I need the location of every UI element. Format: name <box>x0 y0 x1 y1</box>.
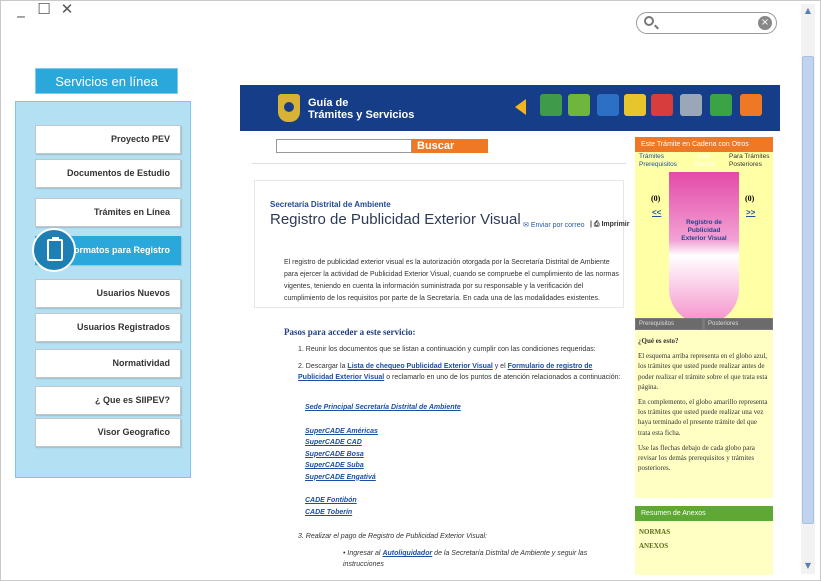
annex-body: NORMAS ANEXOS <box>635 521 773 575</box>
posteriors-select[interactable]: Posteriores <box>705 319 772 329</box>
prev-link[interactable]: << <box>652 208 661 217</box>
embedded-page: Guía de Trámites y Servicios Buscar Secr… <box>240 85 780 575</box>
search-input[interactable] <box>659 15 759 31</box>
annex-normas[interactable]: NORMAS <box>639 525 769 539</box>
chain-selects: Prerequisitos Posteriores <box>635 318 773 330</box>
minimize-icon[interactable]: _ <box>14 0 28 18</box>
prerequisites-select[interactable]: Prerequisitos <box>636 319 702 329</box>
sidebar-item-usuarios-registrados[interactable]: Usuarios Registrados <box>35 313 181 342</box>
step-1: 1. Reunir los documentos que se listan a… <box>298 346 596 353</box>
back-arrow-icon[interactable] <box>515 99 526 115</box>
sidebar-item-documentos-estudio[interactable]: Documentos de Estudio <box>35 159 181 188</box>
scrollbar-thumb[interactable] <box>802 56 814 524</box>
masks-icon[interactable] <box>624 94 646 116</box>
scroll-up-icon[interactable]: ▲ <box>801 4 815 18</box>
prerequisites-label: Trámites Prerequisitos <box>639 153 677 168</box>
step-3-bullet: • Ingresar al Autoliquidador de la Secre… <box>343 550 588 568</box>
posteriors-select-label: Posteriores <box>708 321 739 327</box>
send-email-link[interactable]: ✉ Enviar por correo <box>523 221 585 229</box>
tramites-search-input[interactable] <box>276 139 412 153</box>
print-link[interactable]: | ⎙ Imprimir <box>590 221 629 229</box>
service-points-list: Sede Principal Secretaría Distrital de A… <box>305 402 461 518</box>
service-point-link[interactable]: CADE Fontibón <box>305 495 461 507</box>
steps-title: Pasos para acceder a este servicio: <box>284 327 416 337</box>
group-icon[interactable] <box>568 94 590 116</box>
posteriors-count: (0) <box>745 194 755 203</box>
autoliquidador-link[interactable]: Autoliquidador <box>382 550 432 557</box>
brand-line-1: Guía de <box>308 97 349 109</box>
document-icon <box>32 228 76 272</box>
window-controls: _ ☐ ✕ <box>14 0 74 18</box>
coat-of-arms-logo <box>278 94 300 122</box>
people-icon[interactable] <box>540 94 562 116</box>
close-icon[interactable]: ✕ <box>60 0 74 18</box>
sidebar-item-proyecto-pev[interactable]: Proyecto PEV <box>35 125 181 154</box>
annex-title: Resumen de Anexos <box>635 506 773 521</box>
scroll-down-icon[interactable]: ▼ <box>801 559 815 573</box>
step-2-mid: y el <box>494 363 506 370</box>
posteriors-label: Para Trámites Posteriores <box>729 153 770 168</box>
sidebar: Proyecto PEV Documentos de Estudio Trámi… <box>15 101 191 478</box>
step-3-bullet-pre: Ingresar al <box>347 550 381 557</box>
print-label[interactable]: Imprimir <box>601 221 629 228</box>
sidebar-item-tramites-linea[interactable]: Trámites en Línea <box>35 198 181 227</box>
search-box[interactable]: × <box>636 12 777 34</box>
site-header: Guía de Trámites y Servicios <box>240 85 780 131</box>
step-2: 2. Descargar la Lista de chequeo Publici… <box>298 361 624 383</box>
cross-icon[interactable] <box>597 94 619 116</box>
divider <box>252 163 626 164</box>
chain-title: Este Trámite en Cadena con Otros <box>635 137 773 152</box>
service-point-link[interactable]: SuperCADE CAD <box>305 437 461 449</box>
chain-body: Trámites Prerequisitos Este Trámite Para… <box>635 152 773 324</box>
maximize-icon[interactable]: ☐ <box>37 0 51 18</box>
money-icon[interactable] <box>710 94 732 116</box>
next-link[interactable]: >> <box>746 208 755 217</box>
step-3-block: 3. Realizar el pago de Registro de Publi… <box>298 531 624 575</box>
step-3: 3. Realizar el pago de Registro de Publi… <box>298 533 487 540</box>
annex-anexos[interactable]: ANEXOS <box>639 539 769 553</box>
sidebar-item-visor-geografico[interactable]: Visor Geografico <box>35 418 181 447</box>
sidebar-item-usuarios-nuevos[interactable]: Usuarios Nuevos <box>35 279 181 308</box>
prerequisites-select-label: Prerequisitos <box>639 321 675 327</box>
sidebar-item-normatividad[interactable]: Normatividad <box>35 349 181 378</box>
brand-line-2: Trámites y Servicios <box>308 109 415 121</box>
help-box: ¿Qué es esto? El esquema arriba represen… <box>635 330 773 498</box>
steps-list: 1. Reunir los documentos que se listan a… <box>298 344 624 389</box>
entity-name: Secretaría Distrital de Ambiente <box>270 200 391 209</box>
bus-icon[interactable] <box>651 94 673 116</box>
clear-search-icon[interactable]: × <box>758 16 772 30</box>
sidebar-item-que-es-siipev[interactable]: ¿ Que es SIIPEV? <box>35 386 181 415</box>
send-email-label[interactable]: Enviar por correo <box>531 222 585 229</box>
help-paragraph-2: En complemento, el globo amarillo repres… <box>638 398 768 437</box>
globe-graphic <box>669 172 739 324</box>
this-tramite-label: Este Trámite <box>693 153 715 168</box>
service-point-link[interactable]: SuperCADE Bosa <box>305 449 461 461</box>
sidebar-title: Servicios en línea <box>35 68 178 94</box>
service-point-link[interactable]: SuperCADE Suba <box>305 460 461 472</box>
chain-panel: Este Trámite en Cadena con Otros Trámite… <box>635 137 773 575</box>
factory-icon[interactable] <box>680 94 702 116</box>
search-button[interactable]: Buscar <box>412 139 488 153</box>
service-point-link[interactable]: Sede Principal Secretaría Distrital de A… <box>305 402 461 414</box>
service-point-link[interactable]: SuperCADE Américas <box>305 426 461 438</box>
checklist-link[interactable]: Lista de chequeo Publicidad Exterior Vis… <box>347 363 492 370</box>
service-point-link[interactable]: SuperCADE Engativá <box>305 472 461 484</box>
step-3-bullet-post: de la Secretaría Distrital de Ambiente y… <box>343 550 588 568</box>
prerequisites-count: (0) <box>651 194 661 203</box>
step-2-pre: 2. Descargar la <box>298 363 346 370</box>
globe-label: Registro de Publicidad Exterior Visual <box>681 219 727 242</box>
intro-text: El registro de publicidad exterior visua… <box>284 259 619 302</box>
help-paragraph-3: Use las flechas debajo de cada globo par… <box>638 443 755 473</box>
step-2-post: o reclamarlo en uno de los puntos de ate… <box>386 374 621 381</box>
page-title: Registro de Publicidad Exterior Visual <box>270 211 521 228</box>
home-icon[interactable] <box>740 94 762 116</box>
help-title: ¿Qué es esto? <box>638 337 679 345</box>
search-icon <box>644 16 654 26</box>
service-point-link[interactable]: CADE Toberín <box>305 507 461 519</box>
vertical-scrollbar[interactable]: ▲ ▼ <box>801 4 815 574</box>
help-paragraph-1: El esquema arriba representa en el globo… <box>638 352 768 391</box>
